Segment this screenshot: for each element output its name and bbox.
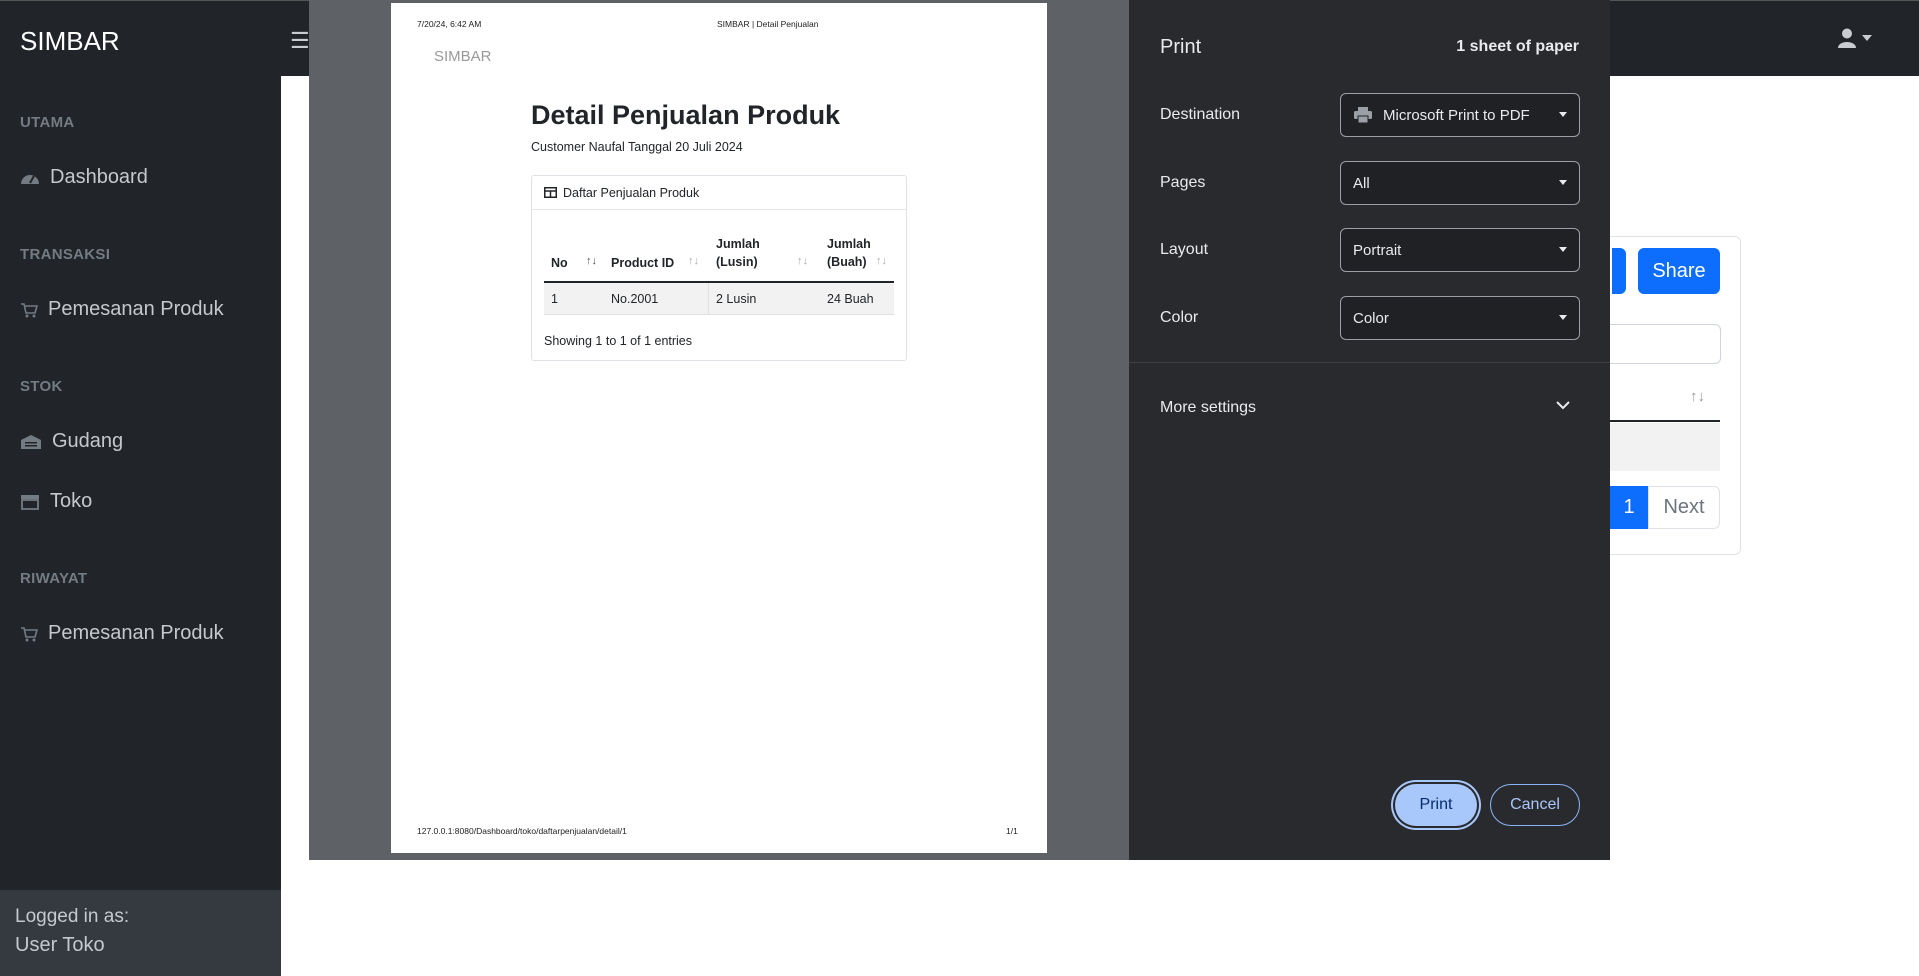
printer-icon xyxy=(1354,107,1372,124)
preview-header-datetime: 7/20/24, 6:42 AM xyxy=(417,19,482,29)
print-settings-panel: Print 1 sheet of paper Destination Micro… xyxy=(1129,0,1610,860)
sidebar-item-label: Pemesanan Produk xyxy=(48,298,224,320)
column-header-jumlah-buah: Jumlah (Buah) xyxy=(827,237,871,269)
dropdown-caret-icon xyxy=(1559,315,1567,320)
sidebar-item-toko[interactable]: Toko xyxy=(20,490,92,513)
table-info: Showing 1 to 1 of 1 entries xyxy=(544,334,693,348)
sort-icon: ↑↓ xyxy=(688,255,699,267)
sidebar-item-dashboard[interactable]: Dashboard xyxy=(20,166,148,189)
chevron-down-icon[interactable] xyxy=(1556,400,1570,410)
sidebar-item-label: Toko xyxy=(50,490,93,512)
gauge-icon xyxy=(21,174,39,184)
print-dialog-title: Print xyxy=(1160,36,1202,58)
layout-label: Layout xyxy=(1160,241,1209,258)
sort-asc-icon: ↑↓ xyxy=(586,255,597,267)
preview-paper: 7/20/24, 6:42 AM SIMBAR | Detail Penjual… xyxy=(391,3,1047,853)
column-header-jumlah-lusin: Jumlah (Lusin) xyxy=(716,237,760,269)
caret-down-icon xyxy=(1862,35,1872,41)
pagination-page-1[interactable]: 1 xyxy=(1610,486,1648,529)
sidebar-footer: Logged in as: User Toko xyxy=(0,890,281,976)
pages-value: All xyxy=(1353,174,1370,192)
sidebar-item-pemesanan-produk[interactable]: Pemesanan Produk xyxy=(20,298,224,321)
warehouse-icon xyxy=(21,434,41,449)
sidebar-section-riwayat: RIWAYAT xyxy=(20,570,88,587)
dropdown-caret-icon xyxy=(1559,112,1567,117)
logged-in-user: User Toko xyxy=(15,934,105,956)
cell-no: 1 xyxy=(551,292,558,306)
column-header-product-id: Product ID xyxy=(611,256,675,270)
sidebar: UTAMA Dashboard TRANSAKSI Pemesanan Prod… xyxy=(0,76,281,976)
destination-label: Destination xyxy=(1160,106,1241,123)
table-header-line xyxy=(1610,420,1720,422)
column-header-no: No xyxy=(551,256,568,270)
table-row: 1 No.2001 2 Lusin 24 Buah xyxy=(544,283,894,315)
preview-header-title: SIMBAR | Detail Penjualan xyxy=(717,19,819,29)
sidebar-item-label: Pemesanan Produk xyxy=(48,622,224,644)
table-row xyxy=(1610,423,1720,471)
sidebar-section-utama: UTAMA xyxy=(20,114,75,131)
sidebar-section-transaksi: TRANSAKSI xyxy=(20,246,111,263)
user-menu-button[interactable] xyxy=(1838,28,1872,48)
user-icon xyxy=(1838,28,1856,48)
sidebar-item-label: Dashboard xyxy=(50,166,148,188)
cart-icon xyxy=(21,302,38,317)
store-icon xyxy=(21,494,39,510)
more-settings-toggle[interactable]: More settings xyxy=(1160,399,1256,417)
preview-logo: SIMBAR xyxy=(434,48,492,65)
destination-value: Microsoft Print to PDF xyxy=(1383,106,1530,124)
table-icon xyxy=(544,187,557,198)
preview-subtitle: Customer Naufal Tanggal 20 Juli 2024 xyxy=(531,140,743,154)
share-button[interactable]: Share xyxy=(1638,248,1720,294)
layout-value: Portrait xyxy=(1353,241,1402,259)
preview-table-card: Daftar Penjualan Produk No ↑↓ Product ID… xyxy=(531,175,907,361)
pagination-next[interactable]: Next xyxy=(1648,486,1720,529)
sort-icon: ↑↓ xyxy=(797,255,808,267)
settings-divider xyxy=(1129,362,1610,363)
sidebar-section-stok: STOK xyxy=(20,378,63,395)
preview-card-title: Daftar Penjualan Produk xyxy=(563,185,700,200)
color-select[interactable]: Color xyxy=(1340,296,1580,340)
background-search-input[interactable] xyxy=(1600,324,1721,364)
logged-in-label: Logged in as: xyxy=(15,906,130,927)
sort-icon[interactable]: ↑↓ xyxy=(1690,388,1705,405)
pages-select[interactable]: All xyxy=(1340,161,1580,205)
cancel-button[interactable]: Cancel xyxy=(1490,784,1580,826)
background-button-edge[interactable] xyxy=(1612,248,1626,294)
pages-label: Pages xyxy=(1160,174,1206,191)
brand-logo[interactable]: SIMBAR xyxy=(20,26,120,57)
preview-card-header: Daftar Penjualan Produk xyxy=(532,176,906,210)
sidebar-item-label: Gudang xyxy=(52,430,124,452)
menu-toggle-icon[interactable]: ☰ xyxy=(290,28,310,54)
layout-select[interactable]: Portrait xyxy=(1340,228,1580,272)
sidebar-item-riwayat-pemesanan[interactable]: Pemesanan Produk xyxy=(20,622,224,645)
sort-icon: ↑↓ xyxy=(876,255,887,267)
sidebar-item-gudang[interactable]: Gudang xyxy=(20,430,123,453)
sheet-count: 1 sheet of paper xyxy=(1456,38,1579,55)
preview-footer-page: 1/1 xyxy=(1006,826,1018,836)
color-value: Color xyxy=(1353,309,1389,327)
preview-footer-url: 127.0.0.1:8080/Dashboard/toko/daftarpenj… xyxy=(417,826,627,836)
dropdown-caret-icon xyxy=(1559,247,1567,252)
destination-select[interactable]: Microsoft Print to PDF xyxy=(1340,93,1580,137)
cart-icon xyxy=(21,626,38,641)
cell-separator xyxy=(708,283,709,315)
print-button[interactable]: Print xyxy=(1395,784,1477,826)
cell-jumlah-buah: 24 Buah xyxy=(827,292,874,306)
cell-jumlah-lusin: 2 Lusin xyxy=(716,292,757,306)
cell-product-id: No.2001 xyxy=(611,292,659,306)
preview-page-title: Detail Penjualan Produk xyxy=(531,100,841,130)
color-label: Color xyxy=(1160,309,1199,326)
dropdown-caret-icon xyxy=(1559,180,1567,185)
